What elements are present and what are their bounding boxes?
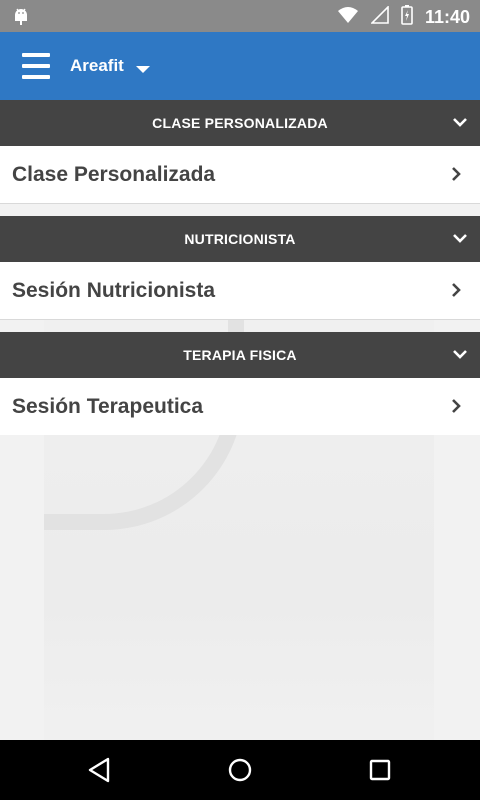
section-header[interactable]: NUTRICIONISTA (0, 216, 480, 262)
android-icon (12, 6, 30, 31)
section-title: CLASE PERSONALIZADA (152, 115, 328, 131)
battery-icon (401, 5, 413, 30)
app-bar: Areafit (0, 32, 480, 100)
content-area: CLASE PERSONALIZADA Clase Personalizada … (0, 100, 480, 790)
home-icon[interactable] (226, 756, 256, 786)
list-item[interactable]: Sesión Terapeutica (0, 378, 480, 435)
section-title: TERAPIA FISICA (183, 347, 297, 363)
menu-icon[interactable] (16, 48, 56, 84)
section-terapia-fisica: TERAPIA FISICA Sesión Terapeutica (0, 332, 480, 435)
dropdown-caret-icon (135, 65, 150, 73)
recents-icon[interactable] (366, 756, 396, 786)
section-header[interactable]: CLASE PERSONALIZADA (0, 100, 480, 146)
status-time: 11:40 (424, 7, 470, 27)
chevron-right-icon (450, 282, 462, 303)
section-nutricionista: NUTRICIONISTA Sesión Nutricionista (0, 216, 480, 320)
list-item-label: Sesión Terapeutica (12, 394, 204, 418)
app-title: Areafit (70, 56, 124, 75)
wifi-icon (337, 6, 359, 29)
status-bar: 11:40 (0, 0, 480, 32)
list-item[interactable]: Sesión Nutricionista (0, 262, 480, 320)
chevron-right-icon (450, 398, 462, 419)
back-icon[interactable] (86, 756, 116, 786)
section-clase-personalizada: CLASE PERSONALIZADA Clase Personalizada (0, 100, 480, 204)
chevron-down-icon (452, 230, 468, 251)
chevron-down-icon (452, 346, 468, 367)
navigation-bar (0, 740, 480, 800)
app-selector[interactable]: Areafit (70, 56, 150, 76)
section-header[interactable]: TERAPIA FISICA (0, 332, 480, 378)
section-title: NUTRICIONISTA (184, 231, 296, 247)
chevron-right-icon (450, 166, 462, 187)
list-item-label: Clase Personalizada (12, 162, 216, 186)
signal-icon (370, 5, 389, 29)
list-item[interactable]: Clase Personalizada (0, 146, 480, 204)
chevron-down-icon (452, 114, 468, 135)
list-item-label: Sesión Nutricionista (12, 278, 216, 302)
